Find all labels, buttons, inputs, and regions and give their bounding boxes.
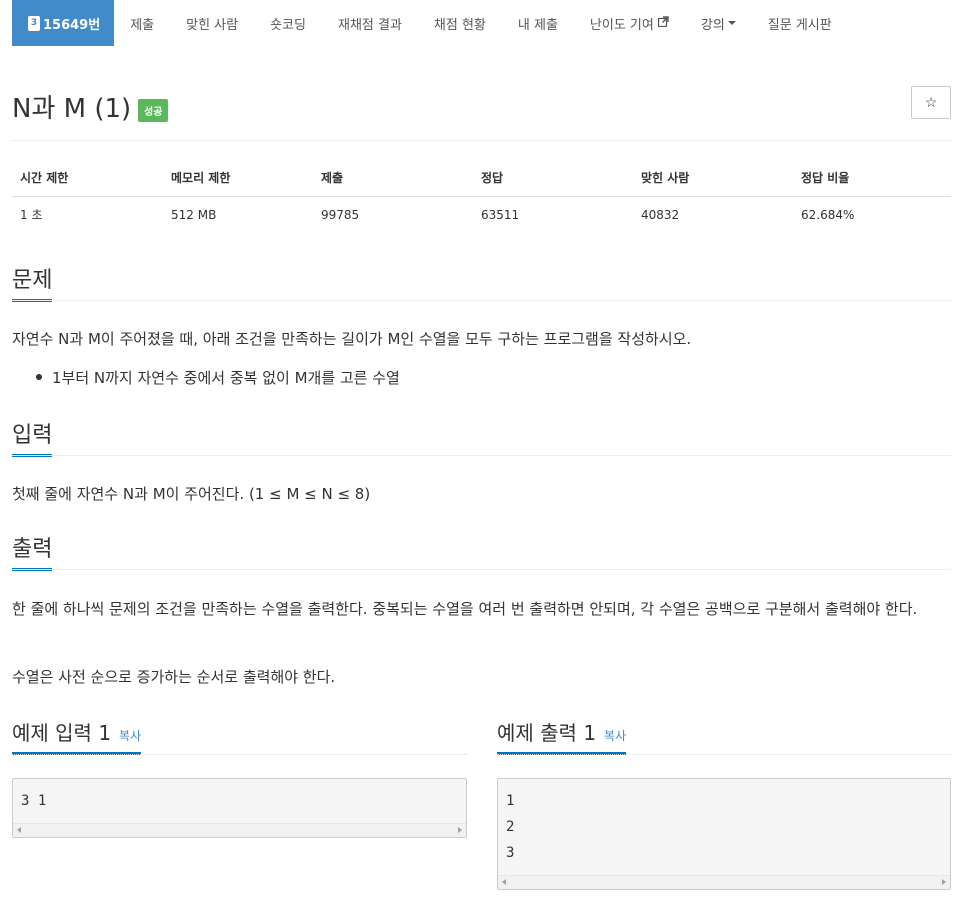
- problem-description: 자연수 N과 M이 주어졌을 때, 아래 조건을 만족하는 길이가 M인 수열을…: [12, 330, 692, 348]
- nav-problem-number-label: 15649번: [43, 17, 101, 33]
- output-section-heading: 출력: [12, 531, 951, 571]
- page-title: N과 M (1): [12, 94, 132, 124]
- section-divider: [12, 455, 951, 456]
- value-memory-limit: 512 MB: [171, 207, 217, 222]
- problem-condition-item: 1부터 N까지 자연수 중에서 중복 없이 M개를 고른 수열: [36, 367, 400, 388]
- header-solvers: 맞힌 사람: [633, 160, 793, 197]
- nav-lectures-label: 강의: [700, 17, 725, 33]
- info-value-row: 1 초 512 MB 99785 63511 40832 62.684%: [12, 197, 951, 233]
- sample-output-line: 1: [506, 793, 515, 809]
- header-accepted: 정답: [473, 160, 633, 197]
- scroll-right-icon[interactable]: [942, 879, 946, 885]
- header-submissions: 제출: [313, 160, 473, 197]
- output-order-description: 수열은 사전 순으로 증가하는 순서로 출력해야 한다.: [12, 668, 336, 686]
- nav-rejudge-results[interactable]: 재채점 결과: [322, 0, 418, 46]
- sample-input-box[interactable]: 3 1: [12, 778, 467, 838]
- sample-output-box[interactable]: 1 2 3: [497, 778, 951, 890]
- input-section-heading: 입력: [12, 417, 951, 457]
- header-memory-limit: 메모리 제한: [163, 160, 313, 197]
- sample-output-title-text: 예제 출력 1: [497, 721, 597, 745]
- horizontal-scrollbar[interactable]: [498, 875, 950, 889]
- sample-input-content: 3 1: [13, 779, 466, 818]
- title-divider: [12, 140, 951, 141]
- problem-condition-text: 1부터 N까지 자연수 중에서 중복 없이 M개를 고른 수열: [52, 369, 400, 387]
- external-link-icon: [657, 16, 669, 30]
- sample-output-title: 예제 출력 1 복사: [497, 717, 627, 755]
- output-heading: 출력: [12, 531, 53, 571]
- scroll-left-icon[interactable]: [502, 879, 506, 885]
- value-accepted: 63511: [481, 207, 520, 222]
- value-accept-ratio: 62.684%: [801, 207, 855, 222]
- section-divider: [12, 300, 951, 301]
- nav-lectures[interactable]: 강의: [685, 0, 752, 46]
- tier-badge-icon: 3: [28, 15, 40, 31]
- sample-output-line: 2: [506, 819, 515, 835]
- sample-output-heading: 예제 출력 1 복사: [497, 717, 951, 755]
- section-divider: [497, 754, 951, 755]
- scroll-left-icon[interactable]: [17, 827, 21, 833]
- problem-section-heading: 문제: [12, 262, 951, 302]
- scroll-right-icon[interactable]: [458, 827, 462, 833]
- header-time-limit: 시간 제한: [12, 160, 163, 197]
- caret-down-icon: [727, 21, 736, 25]
- nav-submit[interactable]: 제출: [114, 0, 170, 46]
- nav-difficulty-label: 난이도 기여: [589, 17, 654, 33]
- problem-nav: 3 15649번 제출 맞힌 사람 숏코딩 재채점 결과 채점 현황 내 제출 …: [12, 0, 848, 46]
- input-description: 첫째 줄에 자연수 N과 M이 주어진다. (1 ≤ M ≤ N ≤ 8): [12, 485, 371, 503]
- value-time-limit: 1 초: [20, 208, 43, 223]
- nav-difficulty-contribution[interactable]: 난이도 기여: [574, 0, 685, 46]
- horizontal-scrollbar[interactable]: [13, 823, 466, 837]
- title-row: N과 M (1) 성공 ☆: [12, 86, 951, 126]
- sample-output-content: 1 2 3: [498, 779, 950, 870]
- problem-heading: 문제: [12, 262, 53, 302]
- nav-problem-number[interactable]: 3 15649번: [12, 0, 115, 46]
- nav-question-board[interactable]: 질문 게시판: [752, 0, 848, 46]
- sample-input-line: 3 1: [21, 793, 47, 809]
- nav-short-coding[interactable]: 숏코딩: [254, 0, 322, 46]
- copy-output-button[interactable]: 복사: [604, 729, 626, 743]
- info-header-row: 시간 제한 메모리 제한 제출 정답 맞힌 사람 정답 비율: [12, 160, 951, 197]
- sample-output-line: 3: [506, 845, 515, 861]
- sample-input-heading: 예제 입력 1 복사: [12, 717, 467, 755]
- nav-solvers[interactable]: 맞힌 사람: [170, 0, 254, 46]
- output-description: 한 줄에 하나씩 문제의 조건을 만족하는 수열을 출력한다. 중복되는 수열을…: [12, 600, 918, 618]
- section-divider: [12, 754, 467, 755]
- nav-judge-status[interactable]: 채점 현황: [418, 0, 502, 46]
- input-heading: 입력: [12, 417, 53, 457]
- nav-my-submissions[interactable]: 내 제출: [502, 0, 574, 46]
- value-solvers: 40832: [641, 207, 680, 222]
- copy-input-button[interactable]: 복사: [119, 729, 141, 743]
- favorite-star-button[interactable]: ☆: [911, 86, 951, 119]
- bullet-icon: [36, 373, 42, 380]
- value-submissions: 99785: [321, 207, 360, 222]
- sample-input-title: 예제 입력 1 복사: [12, 717, 142, 755]
- sample-input-title-text: 예제 입력 1: [12, 721, 112, 745]
- header-accept-ratio: 정답 비율: [793, 160, 951, 197]
- status-badge: 성공: [138, 99, 169, 122]
- section-divider: [12, 569, 951, 570]
- problem-info-table: 시간 제한 메모리 제한 제출 정답 맞힌 사람 정답 비율 1 초 512 M…: [12, 160, 951, 233]
